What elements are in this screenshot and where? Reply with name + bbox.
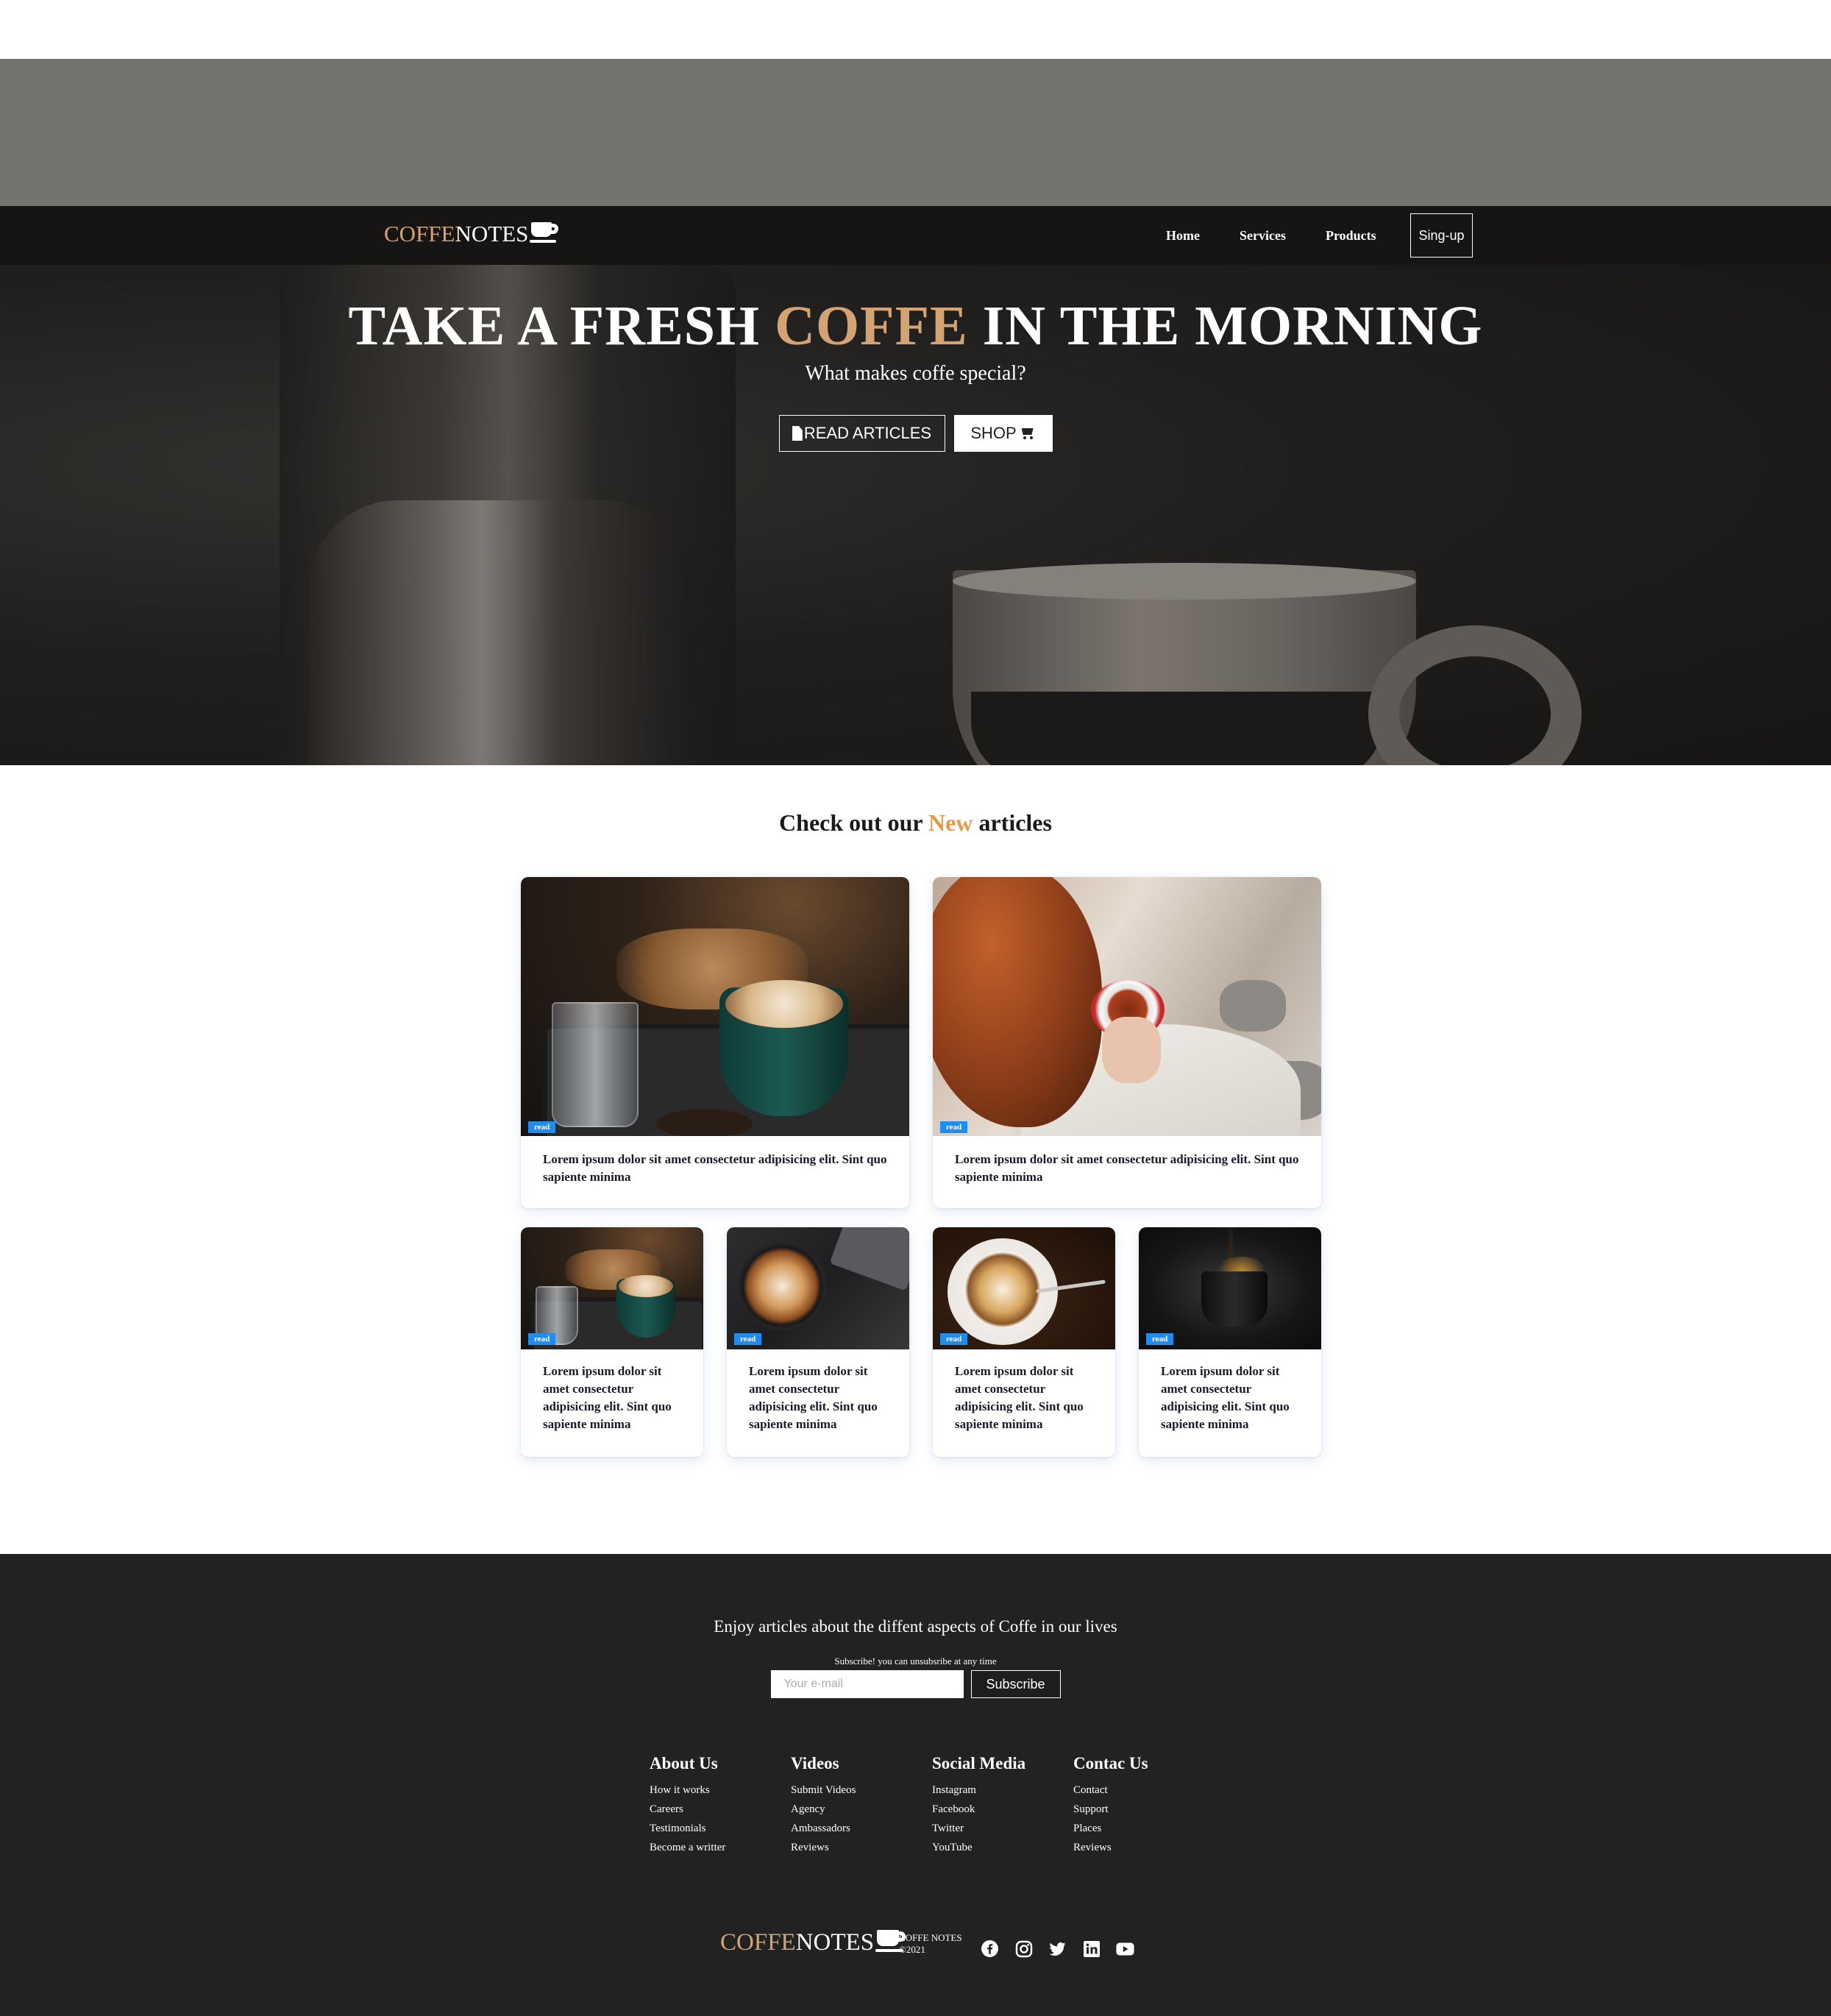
footer-copyright: COFFE NOTES ©2021 <box>899 1932 962 1956</box>
article-text: Lorem ipsum dolor sit amet consectetur a… <box>749 1364 878 1431</box>
twitter-icon[interactable] <box>1048 1939 1067 1958</box>
facebook-icon[interactable] <box>981 1939 999 1958</box>
footer-tagline: Enjoy articles about the diffent aspects… <box>714 1617 1117 1636</box>
hero-title-pre: TAKE A FRESH <box>348 295 775 357</box>
youtube-icon[interactable] <box>1116 1939 1134 1958</box>
footer-link[interactable]: Careers <box>650 1800 725 1819</box>
shop-button[interactable]: SHOP <box>953 415 1053 452</box>
navbar <box>0 206 1831 265</box>
social-icons <box>981 1939 1134 1958</box>
article-card[interactable]: read Lorem ipsum dolor sit amet consecte… <box>521 1227 703 1457</box>
read-tag[interactable]: read <box>1146 1333 1174 1345</box>
document-icon <box>792 426 803 441</box>
article-image-woman <box>933 877 1321 1136</box>
read-tag[interactable]: read <box>940 1121 968 1133</box>
article-text: Lorem ipsum dolor sit amet consectetur a… <box>1161 1364 1290 1431</box>
cart-icon <box>1020 427 1036 440</box>
footer-brand-coffe: COFFE <box>720 1929 796 1956</box>
footer-col-contact: Contac Us Contact Support Places Reviews <box>1073 1754 1148 1857</box>
article-text: Lorem ipsum dolor sit amet consectetur a… <box>955 1152 1299 1184</box>
footer-link[interactable]: How it works <box>650 1781 725 1800</box>
read-tag[interactable]: read <box>528 1333 556 1345</box>
footer-link[interactable]: Places <box>1073 1819 1148 1838</box>
article-card[interactable]: read Lorem ipsum dolor sit amet consecte… <box>933 1227 1115 1457</box>
instagram-icon[interactable] <box>1014 1939 1033 1958</box>
brand-coffe: COFFE <box>384 221 455 246</box>
article-card[interactable]: read Lorem ipsum dolor sit amet consecte… <box>521 877 909 1208</box>
footer-link[interactable]: YouTube <box>932 1838 1025 1857</box>
footer-link[interactable]: Instagram <box>932 1781 1025 1800</box>
articles-title-accent: New <box>928 809 973 836</box>
footer-col-social: Social Media Instagram Facebook Twitter … <box>932 1754 1025 1857</box>
footer-copy-year: ©2021 <box>899 1944 925 1955</box>
nav-services[interactable]: Services <box>1240 219 1286 252</box>
articles-title-post: articles <box>973 809 1052 836</box>
footer-link[interactable]: Facebook <box>932 1800 1025 1819</box>
footer-link[interactable]: Ambassadors <box>791 1819 856 1838</box>
footer-link[interactable]: Agency <box>791 1800 856 1819</box>
read-articles-button[interactable]: READ ARTICLES <box>778 415 945 452</box>
read-tag[interactable]: read <box>940 1333 968 1345</box>
nav-links: Home Services Products <box>1166 219 1416 252</box>
article-image-latte-art <box>727 1227 909 1349</box>
footer-col-title: Social Media <box>932 1754 1026 1772</box>
footer-link[interactable]: Reviews <box>791 1838 856 1857</box>
hero-subtitle: What makes coffe special? <box>805 362 1026 385</box>
signup-button[interactable]: Sing-up <box>1410 213 1473 258</box>
footer-col-videos: Videos Submit Videos Agency Ambassadors … <box>791 1754 856 1857</box>
footer-col-title: Videos <box>791 1754 839 1772</box>
articles-title-pre: Check out our <box>779 809 929 836</box>
footer-copy-name: COFFE NOTES <box>899 1932 962 1943</box>
brand-logo[interactable]: COFFE NOTES <box>384 221 561 247</box>
footer-col-about: About Us How it works Careers Testimonia… <box>650 1754 725 1857</box>
article-image-espresso <box>1139 1227 1321 1349</box>
read-tag[interactable]: read <box>734 1333 762 1345</box>
footer-col-title: Contac Us <box>1073 1754 1148 1772</box>
article-image-latte <box>521 877 909 1136</box>
linkedin-icon[interactable] <box>1082 1939 1101 1958</box>
read-tag[interactable]: read <box>528 1121 556 1133</box>
article-image-saucer <box>933 1227 1115 1349</box>
read-articles-label: READ ARTICLES <box>803 424 932 442</box>
footer-brand-logo[interactable]: COFFE NOTES <box>720 1929 908 1956</box>
footer-col-title: About Us <box>650 1754 718 1772</box>
hero-buttons: READ ARTICLES SHOP <box>0 415 1831 452</box>
hero-title-post: IN THE MORNING <box>967 295 1483 357</box>
header-strip <box>0 59 1831 206</box>
article-card[interactable]: read Lorem ipsum dolor sit amet consecte… <box>933 877 1321 1208</box>
hero-title: TAKE A FRESH COFFE IN THE MORNING <box>0 294 1831 358</box>
article-text: Lorem ipsum dolor sit amet consectetur a… <box>543 1364 672 1431</box>
footer-brand-notes: NOTES <box>795 1929 875 1956</box>
article-image-latte-small <box>521 1227 703 1349</box>
footer-link[interactable]: Reviews <box>1073 1838 1148 1857</box>
footer-link[interactable]: Testimonials <box>650 1819 725 1838</box>
coffee-cup-icon <box>530 222 561 244</box>
email-input[interactable] <box>770 1670 964 1698</box>
articles-title: Check out our New articles <box>0 809 1831 837</box>
brand-notes: NOTES <box>455 221 529 246</box>
article-text: Lorem ipsum dolor sit amet consectetur a… <box>955 1364 1084 1431</box>
shop-label: SHOP <box>970 424 1017 442</box>
footer-link[interactable]: Submit Videos <box>791 1781 856 1800</box>
subscribe-button[interactable]: Subscribe <box>970 1670 1061 1698</box>
subscribe-form: Subscribe <box>0 1670 1831 1698</box>
footer-link[interactable]: Become a writter <box>650 1838 725 1857</box>
nav-home[interactable]: Home <box>1166 219 1200 252</box>
footer-link[interactable]: Twitter <box>932 1819 1025 1838</box>
article-text: Lorem ipsum dolor sit amet consectetur a… <box>543 1152 887 1184</box>
footer: Enjoy articles about the diffent aspects… <box>0 1554 1831 2016</box>
hero-title-accent: COFFE <box>775 295 968 357</box>
subscribe-note: Subscribe! you can unsubsribe at any tim… <box>834 1655 997 1667</box>
nav-products[interactable]: Products <box>1326 219 1376 252</box>
article-card[interactable]: read Lorem ipsum dolor sit amet consecte… <box>727 1227 909 1457</box>
article-card[interactable]: read Lorem ipsum dolor sit amet consecte… <box>1139 1227 1321 1457</box>
footer-link[interactable]: Support <box>1073 1800 1148 1819</box>
footer-link[interactable]: Contact <box>1073 1781 1148 1800</box>
